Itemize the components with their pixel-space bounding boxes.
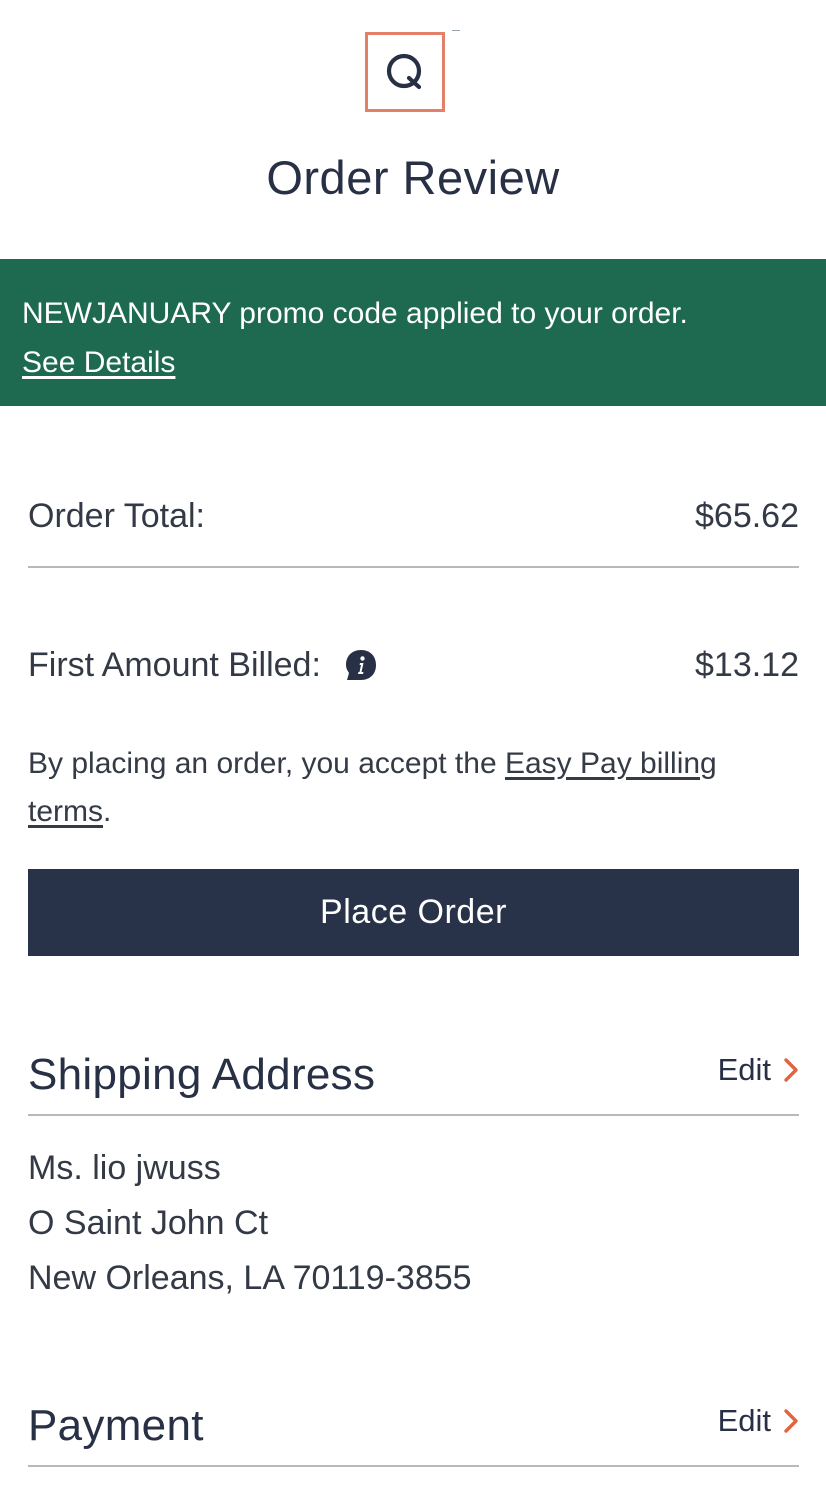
- trademark-mark: [452, 30, 460, 34]
- first-amount-billed-label: First Amount Billed:: [28, 645, 321, 684]
- payment-edit-label: Edit: [717, 1403, 771, 1438]
- divider: [28, 1465, 799, 1467]
- chevron-right-icon: [784, 1058, 798, 1082]
- promo-message-text: promo code applied to your order.: [230, 297, 688, 330]
- divider: [28, 1114, 799, 1116]
- address-line-street: O Saint John Ct: [28, 1204, 269, 1242]
- first-amount-billed-value: $13.12: [695, 645, 799, 684]
- promo-message: NEWJANUARY promo code applied to your or…: [22, 289, 804, 338]
- promo-banner: NEWJANUARY promo code applied to your or…: [0, 259, 826, 406]
- divider: [28, 566, 799, 568]
- order-total-row: Order Total: $65.62: [28, 494, 799, 538]
- payment-edit-link[interactable]: Edit: [718, 1403, 799, 1439]
- brand-logo-icon[interactable]: [365, 32, 445, 112]
- shipping-address-block: Ms. lio jwuss O Saint John Ct New Orlean…: [28, 1141, 472, 1306]
- payment-title: Payment: [28, 1401, 204, 1450]
- page-title: Order Review: [266, 151, 560, 204]
- shipping-address-header: Shipping Address Edit: [28, 1050, 799, 1100]
- order-total-label: Order Total:: [28, 496, 206, 535]
- order-review-page: Order Review NEWJANUARY promo code appli…: [0, 0, 826, 1500]
- shipping-edit-label: Edit: [717, 1052, 771, 1087]
- info-icon[interactable]: [345, 649, 377, 681]
- q-logo-glyph-icon: [386, 53, 422, 90]
- address-line-name: Ms. lio jwuss: [28, 1149, 221, 1187]
- place-order-button[interactable]: Place Order: [28, 869, 799, 956]
- promo-code: NEWJANUARY: [22, 297, 231, 330]
- see-details-link[interactable]: See Details: [22, 346, 175, 379]
- terms-suffix: .: [103, 795, 112, 828]
- shipping-edit-link[interactable]: Edit: [718, 1052, 799, 1088]
- billing-terms-notice: By placing an order, you accept the Easy…: [28, 740, 799, 836]
- address-line-city: New Orleans, LA 70119-3855: [28, 1259, 472, 1297]
- order-total-value: $65.62: [695, 496, 799, 535]
- payment-header: Payment Edit: [28, 1401, 799, 1451]
- first-amount-billed-row: First Amount Billed: $13.12: [28, 643, 799, 687]
- first-amount-billed-label-group: First Amount Billed:: [28, 646, 377, 685]
- terms-prefix: By placing an order, you accept the: [28, 747, 505, 780]
- chevron-right-icon: [784, 1409, 798, 1433]
- shipping-address-title: Shipping Address: [28, 1050, 376, 1099]
